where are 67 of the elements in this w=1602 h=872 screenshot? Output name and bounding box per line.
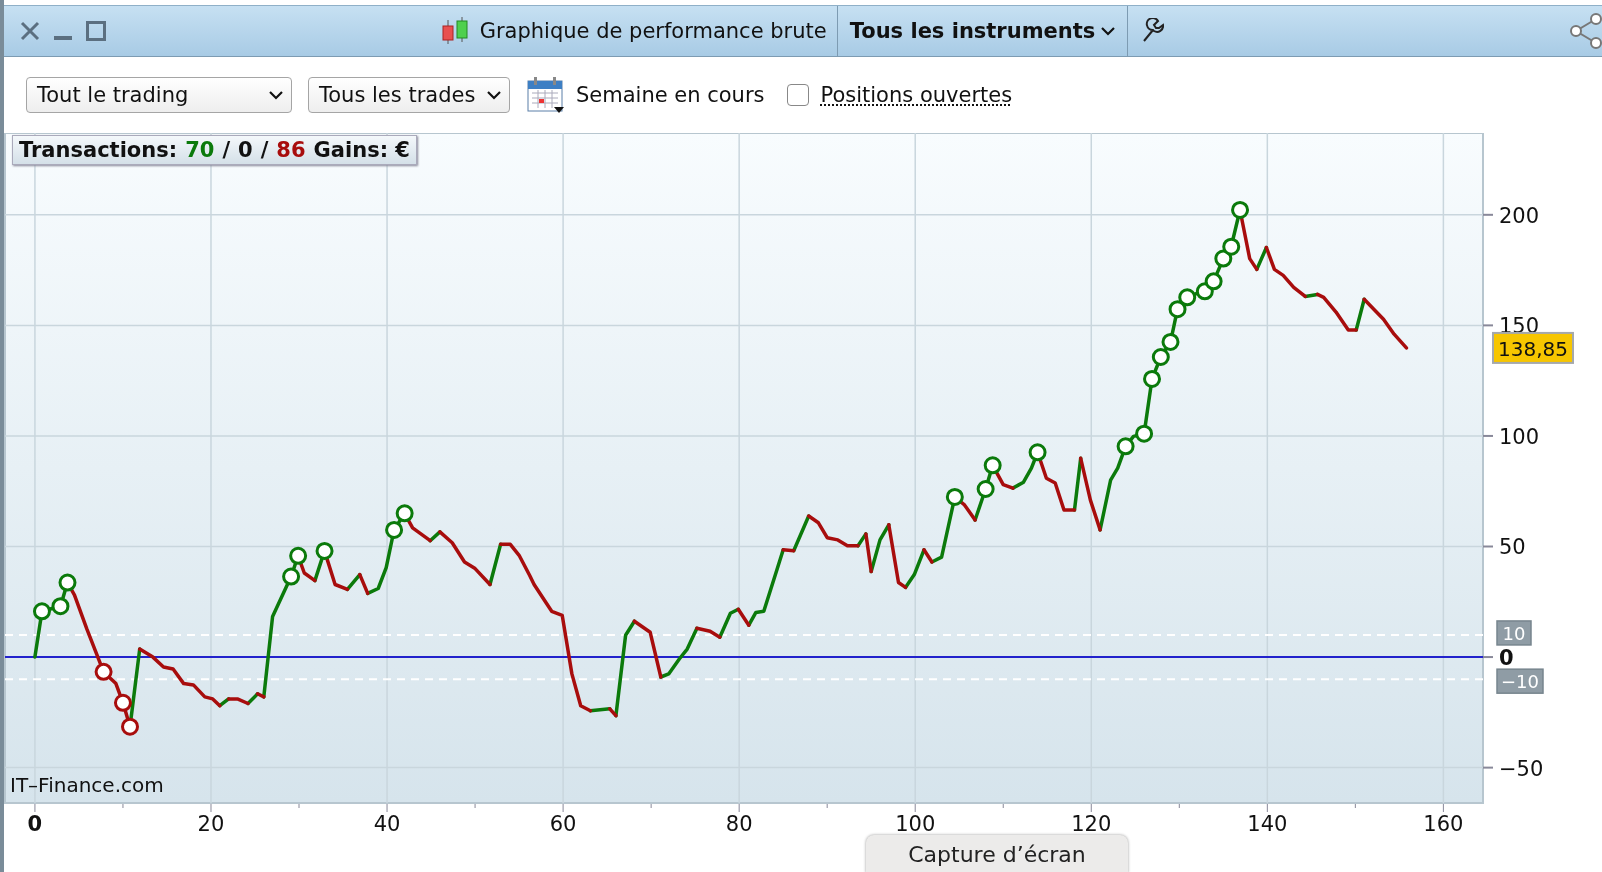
- trade-marker: [983, 456, 1002, 475]
- open-positions-checkbox[interactable]: [786, 84, 809, 106]
- trade-marker: [289, 546, 308, 565]
- trade-marker: [1161, 332, 1180, 351]
- trade-marker: [94, 662, 113, 681]
- summary-text: /: [260, 138, 269, 162]
- y-tick-label: 100: [1499, 424, 1540, 449]
- trade-marker: [1231, 200, 1250, 219]
- trade-marker: [1214, 249, 1233, 268]
- chevron-icon: [1101, 26, 1116, 36]
- y-tick-label: 50: [1499, 535, 1526, 560]
- maximize-icon[interactable]: [86, 21, 106, 41]
- trade-marker: [395, 504, 414, 523]
- ref-line-label: −10: [1501, 671, 1539, 693]
- trade-marker: [1222, 237, 1241, 256]
- summary-text: /: [222, 138, 231, 162]
- trade-marker: [976, 480, 995, 498]
- candlestick-icon: [439, 16, 470, 46]
- trade-marker: [315, 541, 334, 560]
- summary-text: 86: [276, 138, 306, 162]
- x-tick-label: 160: [1423, 812, 1464, 833]
- source-caption: IT–Finance.com: [10, 773, 164, 797]
- chevron-icon: [487, 90, 501, 100]
- scope-select[interactable]: Tout le trading: [26, 77, 292, 113]
- trade-marker: [58, 573, 77, 592]
- summary-text: 70: [185, 138, 215, 162]
- x-tick-label: 100: [895, 812, 936, 833]
- trade-marker: [945, 487, 964, 506]
- chevron-icon: [269, 90, 283, 100]
- trade-marker: [121, 717, 139, 736]
- period-label: Semaine en cours: [576, 83, 765, 107]
- trade-marker: [113, 693, 132, 712]
- y-tick-label: 0: [1499, 646, 1514, 671]
- trade-marker: [1143, 369, 1161, 388]
- x-tick-label: 140: [1247, 812, 1288, 833]
- window-title: Graphique de performance brute: [479, 19, 827, 43]
- x-tick-label: 0: [27, 812, 43, 833]
- y-tick-label: 200: [1499, 203, 1540, 228]
- trade-marker: [1135, 424, 1154, 443]
- trade-marker: [1178, 288, 1197, 307]
- summary-text: Gains: €: [313, 138, 410, 162]
- x-tick-label: 120: [1071, 812, 1112, 833]
- trade-marker: [1168, 300, 1187, 319]
- threshold-label: −10: [1496, 668, 1544, 694]
- x-tick-label: 80: [725, 812, 753, 833]
- summary-text: Transactions:: [19, 138, 178, 162]
- trade-marker: [1116, 437, 1135, 456]
- calendar-icon[interactable]: [526, 76, 566, 114]
- trade-marker: [1204, 272, 1223, 291]
- instrument-dropdown[interactable]: Tous les instruments: [837, 6, 1129, 56]
- threshold-label: 10: [1496, 620, 1532, 646]
- trade-marker: [1151, 348, 1170, 366]
- close-icon[interactable]: [20, 21, 40, 41]
- summary-text: 0: [238, 138, 253, 162]
- x-tick-label: 40: [373, 812, 401, 833]
- open-positions-link[interactable]: Positions ouvertes: [820, 83, 1013, 107]
- trade-marker: [282, 567, 301, 586]
- price-label: 138,85: [1492, 331, 1574, 364]
- ref-line-label: 10: [1502, 622, 1526, 644]
- tooltip: Capture d’écran: [866, 835, 1128, 872]
- x-tick-label: 60: [549, 812, 577, 833]
- y-tick-label: −50: [1499, 756, 1544, 781]
- x-tick-label: 20: [197, 812, 225, 833]
- trade-marker: [1028, 443, 1047, 462]
- trade-marker: [51, 597, 70, 616]
- trade-marker: [32, 602, 51, 621]
- trades-select[interactable]: Tous les trades: [308, 77, 510, 113]
